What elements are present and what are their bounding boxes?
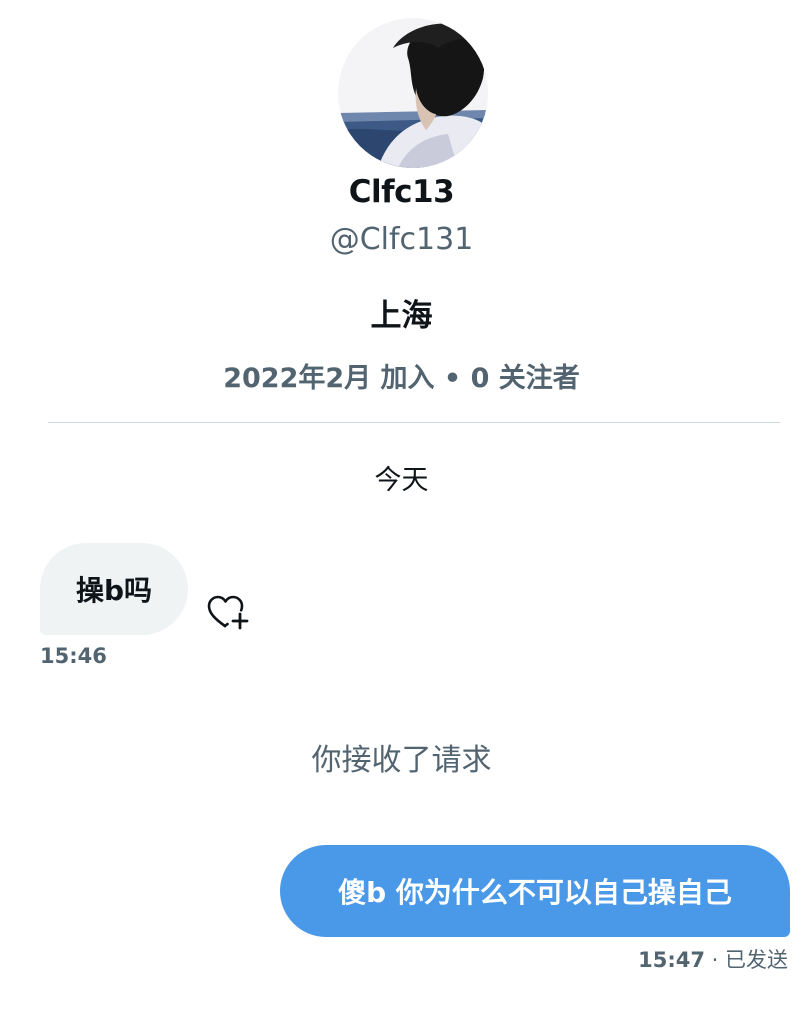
avatar-image xyxy=(338,18,488,168)
incoming-message-text: 操b吗 xyxy=(75,574,153,607)
incoming-message-time: 15:46 xyxy=(40,644,107,668)
heart-plus-icon[interactable] xyxy=(204,592,252,632)
profile-meta: 2022年2月 加入 • 0 关注者 xyxy=(223,363,580,394)
incoming-message-bubble[interactable]: 操b吗 xyxy=(40,543,188,635)
sent-status: · 已发送 xyxy=(704,948,788,972)
profile-handle[interactable]: @Clfc131 xyxy=(0,222,803,257)
profile-location: 上海 xyxy=(370,298,433,334)
avatar[interactable] xyxy=(338,18,488,168)
outgoing-message-text: 傻b 你为什么不可以自己操自己 xyxy=(338,876,732,909)
profile-display-name[interactable]: Clfc13 xyxy=(0,174,803,210)
request-accepted-note: 你接收了请求 xyxy=(311,743,492,778)
outgoing-message-time: 15:47 xyxy=(638,948,705,972)
outgoing-message-bubble[interactable]: 傻b 你为什么不可以自己操自己 xyxy=(280,845,790,937)
outgoing-message-status: 15:47 · 已发送 xyxy=(638,944,788,974)
divider xyxy=(48,422,780,423)
day-separator: 今天 xyxy=(374,465,429,496)
